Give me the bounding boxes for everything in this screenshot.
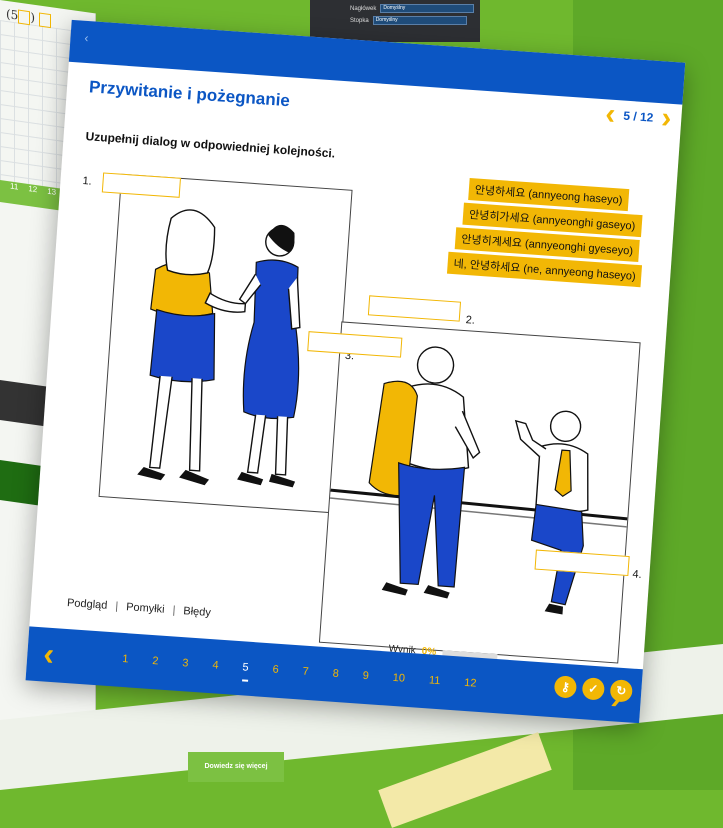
review-tabs: Podgląd | Pomyłki | Błędy: [66, 596, 212, 620]
page-link[interactable]: 9: [362, 670, 369, 690]
page-link[interactable]: 6: [272, 663, 279, 683]
exercise-instruction: Uzupełnij dialog w odpowiedniej kolejnoś…: [85, 129, 336, 161]
check-icon[interactable]: ✓: [581, 677, 606, 701]
tab-errors[interactable]: Błędy: [183, 605, 211, 619]
page-list: 1 2 3 4 5 6 7 8 9 10 11 12: [121, 653, 477, 698]
header-setting-select[interactable]: Domyślny: [380, 4, 475, 13]
exercise-title: Przywitanie i pożegnanie: [88, 77, 291, 111]
slot-number: 4.: [632, 568, 643, 581]
answer-slot-1[interactable]: [101, 172, 181, 198]
retry-icon[interactable]: ↻: [609, 679, 634, 703]
slot-number: 2.: [465, 314, 476, 327]
header-setting-label: Nagłówek: [350, 5, 377, 12]
slot-number: 1.: [82, 175, 93, 188]
footer-setting-select[interactable]: Domyślny: [372, 16, 467, 25]
tab-mistakes[interactable]: Pomyłki: [126, 601, 165, 616]
back-icon[interactable]: ‹: [84, 31, 89, 45]
page-link[interactable]: 10: [392, 672, 405, 693]
learn-more-button[interactable]: Dowiedz się więcej: [188, 752, 284, 782]
page-link-active[interactable]: 5: [241, 661, 250, 682]
page-indicator: 5 / 12: [622, 108, 654, 125]
men-farewell-illustration: [329, 346, 628, 615]
exercise-card: ‹ ‹ 5 / 12 › Przywitanie i pożegnanie Uz…: [25, 19, 686, 724]
page-link[interactable]: 8: [332, 668, 339, 688]
page-link[interactable]: 2: [151, 655, 159, 675]
page-link[interactable]: 7: [302, 666, 309, 686]
tab-preview[interactable]: Podgląd: [67, 597, 108, 612]
page-link[interactable]: 11: [428, 674, 441, 695]
answer-slot-2[interactable]: [367, 295, 462, 322]
key-icon[interactable]: ⚷: [553, 675, 578, 699]
page-link[interactable]: 12: [463, 677, 477, 698]
chevron-right-icon[interactable]: ›: [660, 101, 672, 135]
footer-setting-label: Stopka: [350, 17, 369, 24]
chevron-left-icon[interactable]: ‹: [42, 635, 55, 672]
page-link[interactable]: 4: [211, 659, 219, 679]
page-link[interactable]: 1: [121, 653, 129, 673]
page-link[interactable]: 3: [181, 657, 189, 677]
page-navigator: ‹ 5 / 12 ›: [604, 97, 672, 135]
illustration-panel-farewell: [318, 321, 641, 664]
background-settings-panel: Nagłówek Domyślny Stopka Domyślny: [310, 0, 480, 42]
chevron-left-icon[interactable]: ‹: [604, 97, 616, 131]
